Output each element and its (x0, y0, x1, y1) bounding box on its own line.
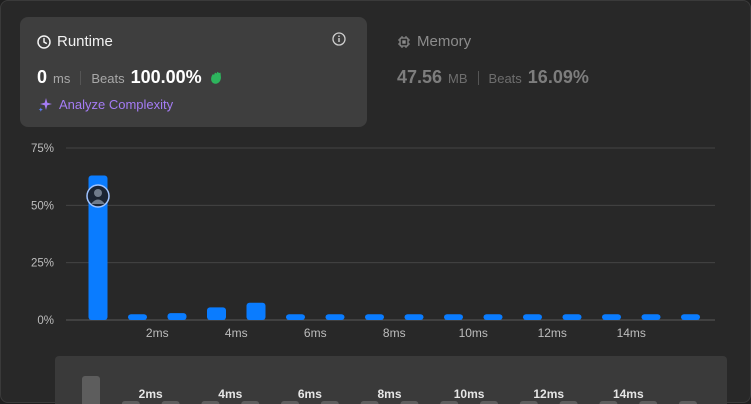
sparkle-icon (38, 98, 52, 112)
memory-title[interactable]: Memory (397, 33, 471, 50)
mini-x-tick-label: 2ms (139, 387, 163, 401)
bar[interactable] (286, 314, 305, 320)
bar[interactable] (444, 314, 463, 320)
memory-title-text: Memory (417, 33, 472, 50)
memory-beats-label: Beats (488, 71, 522, 86)
avatar[interactable] (86, 184, 110, 208)
bar[interactable] (483, 314, 503, 320)
runtime-unit: ms (53, 71, 71, 86)
chip-icon (398, 35, 410, 48)
mini-x-tick-label: 12ms (533, 387, 564, 401)
runtime-title: Runtime (37, 33, 113, 50)
memory-stat-row: 47.56 MB Beats 16.09% (397, 67, 589, 88)
y-tick-label: 75% (31, 143, 54, 155)
bar[interactable] (207, 307, 226, 320)
mini-x-tick-label: 14ms (613, 387, 644, 401)
memory-beats-value: 16.09% (527, 67, 589, 87)
x-tick-label: 12ms (538, 326, 567, 340)
bar[interactable] (325, 314, 345, 320)
analyze-complexity-link[interactable]: Analyze Complexity (38, 97, 173, 112)
x-tick-label: 4ms (225, 326, 248, 340)
submission-stats-panel: Runtime 0 ms Beats 100.00% Analyze Compl… (0, 0, 751, 404)
bar[interactable] (562, 314, 582, 320)
mini-x-tick-label: 10ms (454, 387, 485, 401)
bar[interactable] (246, 302, 266, 320)
analyze-complexity-label: Analyze Complexity (59, 97, 174, 112)
bar[interactable] (602, 314, 621, 320)
x-tick-label: 6ms (304, 326, 327, 340)
divider (477, 70, 479, 85)
runtime-beats-value: 100.00% (130, 67, 202, 87)
runtime-title-text: Runtime (57, 33, 113, 50)
memory-value: 47.56 (397, 67, 443, 87)
bar[interactable] (681, 314, 700, 320)
runtime-beats-label: Beats (91, 71, 125, 86)
bar[interactable] (128, 314, 147, 320)
clock-icon (37, 34, 51, 49)
divider (80, 70, 82, 85)
x-tick-label: 2ms (146, 326, 169, 340)
x-tick-label: 14ms (617, 326, 646, 340)
memory-unit: MB (448, 71, 468, 86)
bar[interactable] (404, 314, 424, 320)
bar[interactable] (167, 313, 187, 320)
bar[interactable] (523, 314, 542, 320)
mini-x-tick-label: 6ms (298, 387, 322, 401)
x-tick-label: 8ms (383, 326, 406, 340)
y-tick-label: 50% (31, 200, 54, 212)
mini-x-tick-label: 8ms (377, 387, 401, 401)
mini-x-tick-label: 4ms (218, 387, 242, 401)
runtime-distribution-chart[interactable]: 0% 25% 50% 75% 2ms 4ms 6ms 8ms 10ms 12ms 14ms (1, 131, 751, 346)
x-tick-label: 10ms (459, 326, 488, 340)
bar[interactable] (641, 314, 661, 320)
runtime-value: 0 (37, 67, 48, 87)
bar[interactable] (365, 314, 384, 320)
y-tick-label: 0% (37, 315, 54, 327)
y-tick-label: 25% (31, 258, 54, 270)
runtime-card[interactable]: Runtime 0 ms Beats 100.00% Analyze Compl… (20, 17, 367, 127)
range-navigator-chart[interactable]: 2ms 4ms 6ms 8ms 10ms 12ms 14ms (55, 356, 727, 404)
info-icon[interactable] (332, 32, 346, 46)
mini-bar (82, 376, 100, 404)
runtime-stat-row: 0 ms Beats 100.00% (37, 67, 224, 88)
clap-icon (210, 71, 221, 84)
chart-range-navigator[interactable]: 2ms 4ms 6ms 8ms 10ms 12ms 14ms (55, 356, 727, 404)
